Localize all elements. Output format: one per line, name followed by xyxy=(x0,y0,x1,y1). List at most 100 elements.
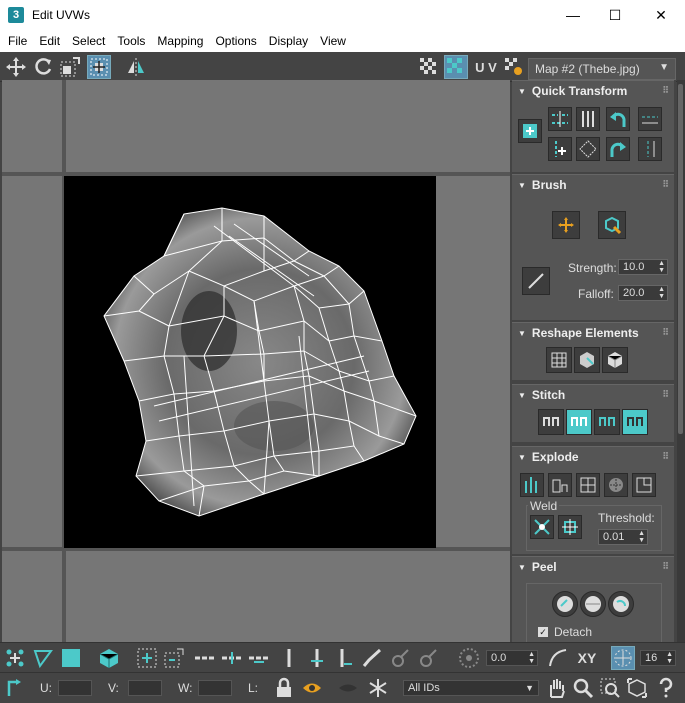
minimize-button[interactable]: — xyxy=(550,0,596,30)
menu-select[interactable]: Select xyxy=(66,34,111,48)
close-button[interactable]: ✕ xyxy=(638,0,684,30)
uv-texture[interactable] xyxy=(64,176,436,548)
select-vertex-icon[interactable] xyxy=(3,646,27,670)
panel-scrollbar[interactable] xyxy=(677,80,685,642)
absolute-offset-icon[interactable] xyxy=(3,676,27,700)
flatten-button[interactable] xyxy=(576,473,600,497)
grid-value-field[interactable]: 16 ▲ ▼ xyxy=(640,650,676,666)
rotate-cw-button[interactable] xyxy=(606,137,630,161)
zoom-icon[interactable] xyxy=(571,676,595,700)
stitch-custom-button[interactable] xyxy=(538,409,564,435)
menu-file[interactable]: File xyxy=(2,34,33,48)
strength-spinner[interactable]: 10.0 ▲ ▼ xyxy=(618,259,668,275)
rotate-icon[interactable] xyxy=(31,55,55,79)
set-pivot-button[interactable] xyxy=(518,119,542,143)
scrollbar-thumb[interactable] xyxy=(678,84,683,434)
freeze-icon[interactable] xyxy=(366,676,390,700)
ring-select-icon[interactable] xyxy=(277,646,301,670)
menu-options[interactable]: Options xyxy=(209,34,262,48)
grid-snap-icon[interactable] xyxy=(611,646,635,670)
move-icon[interactable] xyxy=(4,55,28,79)
relax-button[interactable] xyxy=(574,347,600,373)
paint-select-grow-icon[interactable] xyxy=(388,646,412,670)
paint-select-icon[interactable] xyxy=(360,646,384,670)
rotate-ccw-button[interactable] xyxy=(606,107,630,131)
threshold-spinner[interactable]: 0.01 ▲ ▼ xyxy=(598,529,648,545)
lock-icon[interactable] xyxy=(272,676,296,700)
paint-select-shrink-icon[interactable] xyxy=(416,646,440,670)
ids-select[interactable]: All IDs ▼ xyxy=(403,680,539,696)
relax-box-button[interactable] xyxy=(602,347,628,373)
select-edge-icon[interactable] xyxy=(31,646,55,670)
zoom-region-icon[interactable] xyxy=(598,676,622,700)
hide-icon[interactable] xyxy=(300,676,324,700)
target-weld-button[interactable] xyxy=(558,515,582,539)
flatten-by-polygon-button[interactable] xyxy=(604,473,628,497)
detach-edge-button[interactable] xyxy=(548,473,572,497)
paint-move-button[interactable] xyxy=(552,211,580,239)
grow-selection-icon[interactable] xyxy=(135,646,159,670)
loop-select-icon[interactable] xyxy=(193,646,217,670)
weld-selected-button[interactable] xyxy=(530,515,554,539)
help-icon[interactable] xyxy=(654,676,678,700)
stitch-to-target-button[interactable] xyxy=(566,409,592,435)
quick-peel-button[interactable] xyxy=(552,591,578,617)
loop-grow-icon[interactable] xyxy=(220,646,244,670)
brush-header[interactable]: ▼ Brush ⠿ xyxy=(512,175,674,195)
spinner-arrows-icon: ▲ ▼ xyxy=(658,286,665,300)
map-select[interactable]: Map #2 (Thebe.jpg) ▼ xyxy=(528,58,676,80)
align-to-edge-button[interactable] xyxy=(548,137,572,161)
map-settings-icon[interactable] xyxy=(502,55,526,79)
select-element-icon[interactable] xyxy=(97,646,121,670)
explode-header[interactable]: ▼ Explode ⠿ xyxy=(512,447,674,467)
uv-toggle[interactable]: U V xyxy=(473,55,499,79)
menu-edit[interactable]: Edit xyxy=(33,34,66,48)
break-button[interactable] xyxy=(520,473,544,497)
shrink-selection-icon[interactable] xyxy=(162,646,186,670)
xy-toggle[interactable]: XY xyxy=(574,646,600,670)
angle-field[interactable]: 0.0 ▲ ▼ xyxy=(486,650,538,666)
straighten-button[interactable] xyxy=(576,137,600,161)
stitch-to-source-button[interactable] xyxy=(622,409,648,435)
straighten-selection-button[interactable] xyxy=(546,347,572,373)
freeform-icon[interactable] xyxy=(87,55,111,79)
menu-tools[interactable]: Tools xyxy=(111,34,151,48)
align-vertical-button[interactable] xyxy=(576,107,600,131)
pan-icon[interactable] xyxy=(544,676,568,700)
explode-title: Explode xyxy=(531,450,579,464)
show-icon[interactable] xyxy=(336,676,360,700)
menu-mapping[interactable]: Mapping xyxy=(151,34,209,48)
menu-display[interactable]: Display xyxy=(263,34,314,48)
zoom-extents-icon[interactable] xyxy=(625,676,649,700)
scale-icon[interactable] xyxy=(58,55,82,79)
ring-shrink-icon[interactable] xyxy=(333,646,357,670)
falloff-spinner[interactable]: 20.0 ▲ ▼ xyxy=(618,285,668,301)
reset-peel-button[interactable] xyxy=(608,591,634,617)
stitch-average-button[interactable] xyxy=(594,409,620,435)
checker-icon[interactable] xyxy=(417,55,441,79)
align-horizontal-button[interactable] xyxy=(548,107,572,131)
space-horizontal-button[interactable] xyxy=(638,107,662,131)
show-map-icon[interactable] xyxy=(444,55,468,79)
mirror-icon[interactable] xyxy=(124,55,148,79)
ring-grow-icon[interactable] xyxy=(305,646,329,670)
u-field[interactable] xyxy=(58,680,92,696)
menu-view[interactable]: View xyxy=(314,34,352,48)
loop-shrink-icon[interactable] xyxy=(247,646,271,670)
soft-selection-icon[interactable] xyxy=(457,646,481,670)
peel-mode-button[interactable] xyxy=(580,591,606,617)
detach-checkbox[interactable]: ✓ xyxy=(538,627,548,637)
flatten-by-smoothing-button[interactable] xyxy=(632,473,656,497)
quick-transform-header[interactable]: ▼ Quick Transform ⠿ xyxy=(512,81,674,101)
brush-line-button[interactable] xyxy=(522,267,550,295)
stitch-header[interactable]: ▼ Stitch ⠿ xyxy=(512,385,674,405)
curve-icon[interactable] xyxy=(546,646,570,670)
reshape-elements-header[interactable]: ▼ Reshape Elements ⠿ xyxy=(512,323,674,343)
maximize-button[interactable]: ☐ xyxy=(592,0,638,30)
v-field[interactable] xyxy=(128,680,162,696)
peel-header[interactable]: ▼ Peel ⠿ xyxy=(512,557,674,577)
relax-brush-button[interactable] xyxy=(598,211,626,239)
space-vertical-button[interactable] xyxy=(638,137,662,161)
w-field[interactable] xyxy=(198,680,232,696)
select-face-icon[interactable] xyxy=(59,646,83,670)
